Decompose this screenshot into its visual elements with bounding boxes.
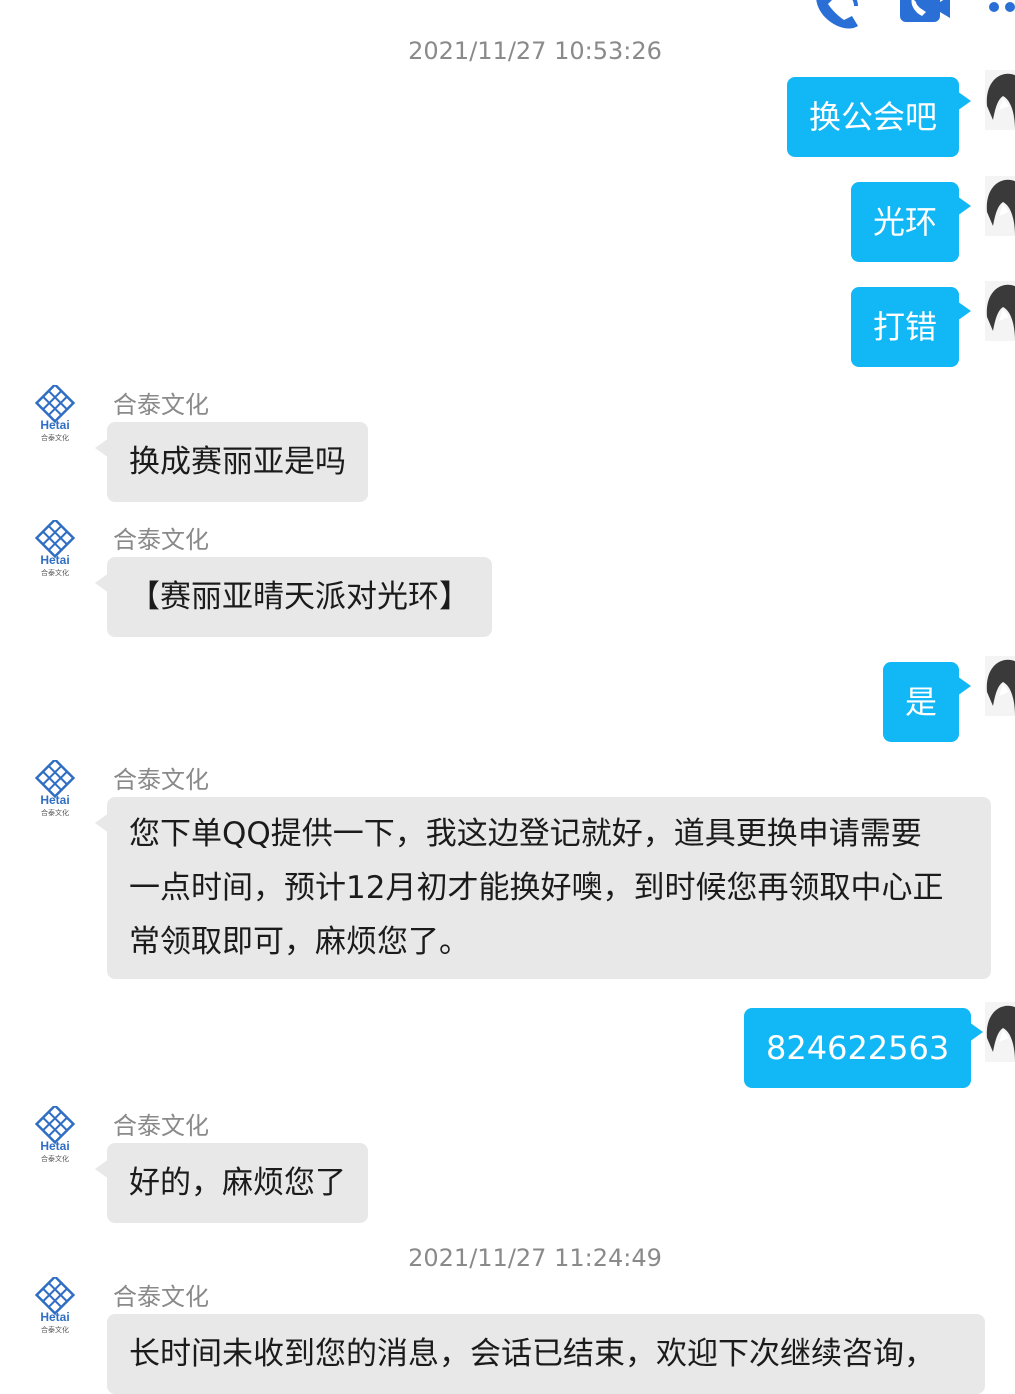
phone-call-icon[interactable] — [812, 0, 864, 36]
user-avatar[interactable] — [985, 281, 1015, 341]
video-call-icon[interactable] — [898, 0, 952, 30]
outgoing-message-bubble[interactable]: 打错 — [851, 287, 972, 367]
incoming-message-bubble[interactable]: 您下单QQ提供一下，我这边登记就好，道具更换申请需要 一点时间，预计12月初才能… — [95, 797, 991, 979]
incoming-message-bubble[interactable]: 长时间未收到您的消息，会话已结束，欢迎下次继续咨询， — [107, 1314, 985, 1394]
svg-text:Hetai: Hetai — [40, 418, 69, 432]
outgoing-message-bubble[interactable]: 换公会吧 — [787, 77, 972, 157]
sender-name: 合泰文化 — [113, 1283, 209, 1311]
outgoing-message-bubble[interactable]: 光环 — [851, 182, 972, 262]
message-timestamp: 2021/11/27 10:53:26 — [408, 37, 662, 65]
message-line: 常领取即可，麻烦您了。 — [129, 924, 470, 960]
svg-text:合泰文化: 合泰文化 — [41, 808, 69, 817]
incoming-message-bubble[interactable]: 好的，麻烦您了 — [95, 1143, 368, 1223]
incoming-message-bubble[interactable]: 换成赛丽亚是吗 — [95, 422, 368, 502]
incoming-message-bubble[interactable]: 【赛丽亚晴天派对光环】 — [95, 557, 492, 637]
contact-avatar[interactable]: Hetai 合泰文化 — [34, 1103, 76, 1168]
svg-text:Hetai: Hetai — [40, 1310, 69, 1324]
svg-text:Hetai: Hetai — [40, 553, 69, 567]
message-timestamp: 2021/11/27 11:24:49 — [408, 1244, 662, 1272]
sender-name: 合泰文化 — [113, 526, 209, 554]
sender-name: 合泰文化 — [113, 1112, 209, 1140]
message-line: 一点时间，预计12月初才能换好噢，到时候您再领取中心正 — [129, 870, 944, 906]
contact-avatar[interactable]: Hetai 合泰文化 — [34, 517, 76, 582]
svg-text:合泰文化: 合泰文化 — [41, 433, 69, 442]
user-avatar[interactable] — [985, 656, 1015, 716]
contact-avatar[interactable]: Hetai 合泰文化 — [34, 382, 76, 447]
svg-text:Hetai: Hetai — [40, 1139, 69, 1153]
sender-name: 合泰文化 — [113, 391, 209, 419]
user-avatar[interactable] — [985, 70, 1015, 130]
message-line: 您下单QQ提供一下，我这边登记就好，道具更换申请需要 — [129, 816, 922, 852]
more-icon[interactable] — [984, 0, 1015, 20]
contact-avatar[interactable]: Hetai 合泰文化 — [34, 757, 76, 822]
outgoing-message-bubble[interactable]: 是 — [883, 662, 972, 742]
svg-text:合泰文化: 合泰文化 — [41, 1325, 69, 1334]
outgoing-message-bubble[interactable]: 824622563 — [744, 1008, 984, 1088]
user-avatar[interactable] — [985, 1002, 1015, 1062]
contact-avatar[interactable]: Hetai 合泰文化 — [34, 1274, 76, 1339]
svg-text:合泰文化: 合泰文化 — [41, 1154, 69, 1163]
user-avatar[interactable] — [985, 176, 1015, 236]
svg-text:Hetai: Hetai — [40, 793, 69, 807]
sender-name: 合泰文化 — [113, 766, 209, 794]
svg-text:合泰文化: 合泰文化 — [41, 568, 69, 577]
